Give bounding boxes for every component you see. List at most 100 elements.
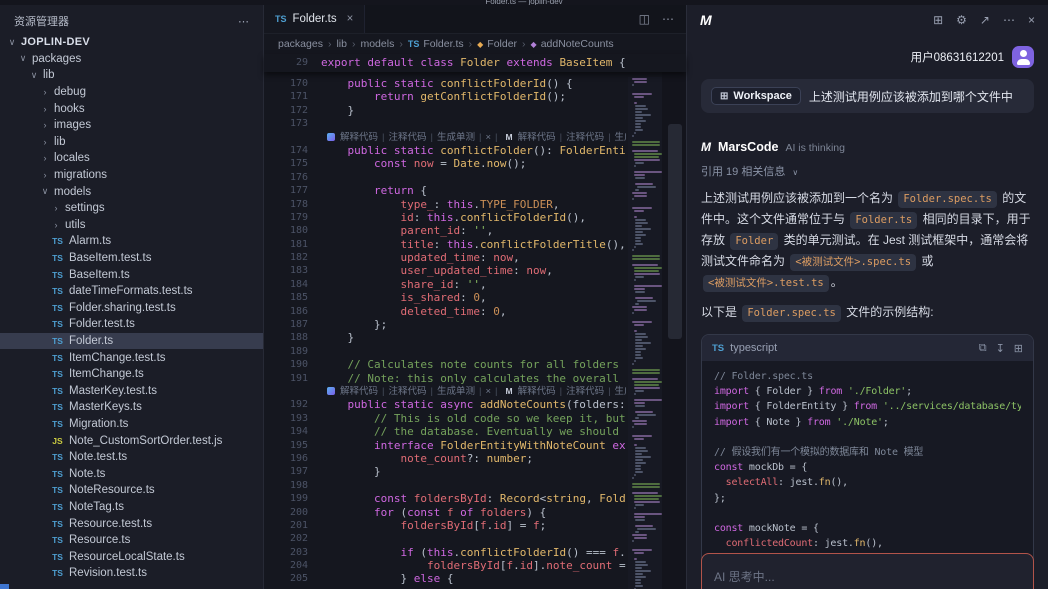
sticky-scroll-line[interactable]: 29 export default class Folder extends B…	[264, 54, 686, 72]
codelens-gen-test[interactable]: 生成单测	[437, 386, 475, 397]
code-line[interactable]: 187 };	[264, 318, 686, 331]
tree-folder-packages[interactable]: ∨packages	[0, 51, 263, 68]
codelens-close-icon[interactable]: ×	[485, 132, 491, 143]
tree-file-Migration.ts[interactable]: TSMigration.ts	[0, 416, 263, 433]
explorer-more-icon[interactable]: ⋯	[238, 15, 249, 28]
code-area[interactable]: 170 public static conflictFolderId() {17…	[264, 72, 686, 589]
code-line[interactable]: 203 if (this.conflictFolderId() === f.id…	[264, 546, 686, 559]
new-file-icon[interactable]: ⊞	[1014, 342, 1023, 355]
split-editor-icon[interactable]: ◫	[639, 12, 650, 26]
share-icon[interactable]: ↗	[980, 13, 990, 27]
chat-input[interactable]	[701, 553, 1034, 589]
code-line[interactable]: 189	[264, 345, 686, 358]
tree-file-Note_CustomSortOrder.test.js[interactable]: JSNote_CustomSortOrder.test.js	[0, 432, 263, 449]
code-line[interactable]: 185 is_shared: 0,	[264, 291, 686, 304]
code-line[interactable]: 176	[264, 171, 686, 184]
code-line[interactable]: 170 public static conflictFolderId() {	[264, 77, 686, 90]
codelens-comment[interactable]: 注释代码	[566, 386, 604, 397]
new-chat-icon[interactable]: ⊞	[933, 13, 943, 27]
codelens-row[interactable]: 解释代码|注释代码|生成单测|×|M解释代码|注释代码|生成单测|×	[264, 131, 686, 144]
code-line[interactable]: 191 // Note: this only calculates the ov…	[264, 372, 686, 385]
tree-folder-locales[interactable]: ›locales	[0, 150, 263, 167]
codelens-gen-test[interactable]: 生成单测	[437, 132, 475, 143]
codelens-row[interactable]: 解释代码|注释代码|生成单测|×|M解释代码|注释代码|生成单测|×	[264, 385, 686, 398]
tree-folder-migrations[interactable]: ›migrations	[0, 167, 263, 184]
breadcrumb-item-packages[interactable]: packages	[278, 38, 323, 50]
editor-more-icon[interactable]: ⋯	[662, 12, 674, 26]
close-icon[interactable]: ×	[1028, 13, 1035, 27]
tree-folder-models[interactable]: ∨models	[0, 183, 263, 200]
code-line[interactable]: 200 for (const f of folders) {	[264, 506, 686, 519]
tree-file-NoteResource.ts[interactable]: TSNoteResource.ts	[0, 482, 263, 499]
code-line[interactable]: 177 return {	[264, 184, 686, 197]
breadcrumb-item-Folder.ts[interactable]: TSFolder.ts	[408, 38, 464, 50]
codelens-comment[interactable]: 注释代码	[566, 132, 604, 143]
code-line[interactable]: 181 title: this.conflictFolderTitle(),	[264, 238, 686, 251]
code-line[interactable]: 178 type_: this.TYPE_FOLDER,	[264, 198, 686, 211]
code-line[interactable]: 174 public static conflictFolder(): Fold…	[264, 144, 686, 157]
minimap[interactable]	[628, 77, 662, 589]
workspace-chip[interactable]: ⊞ Workspace	[711, 87, 801, 105]
code-line[interactable]: 199 const foldersById: Record<string, Fo…	[264, 492, 686, 505]
tree-file-Folder.ts[interactable]: TSFolder.ts	[0, 333, 263, 350]
user-avatar[interactable]	[1012, 46, 1034, 68]
insert-code-icon[interactable]: ↧	[996, 342, 1005, 355]
tree-file-Resource.test.ts[interactable]: TSResource.test.ts	[0, 515, 263, 532]
tree-file-Resource.ts[interactable]: TSResource.ts	[0, 532, 263, 549]
codelens-explain[interactable]: 解释代码	[340, 132, 378, 143]
code-line[interactable]: 195 interface FolderEntityWithNoteCount …	[264, 439, 686, 452]
code-line[interactable]: 194 // the database. Eventually we shoul…	[264, 425, 686, 438]
tree-file-MasterKeys.ts[interactable]: TSMasterKeys.ts	[0, 399, 263, 416]
codelens-gen-test[interactable]: 生成单测	[615, 386, 626, 397]
tree-folder-hooks[interactable]: ›hooks	[0, 100, 263, 117]
code-line[interactable]: 180 parent_id: '',	[264, 224, 686, 237]
tree-file-ResourceLocalState.ts[interactable]: TSResourceLocalState.ts	[0, 548, 263, 565]
codelens-explain[interactable]: 解释代码	[518, 132, 556, 143]
code-line[interactable]: 171 return getConflictFolderId();	[264, 90, 686, 103]
tree-file-ItemChange.test.ts[interactable]: TSItemChange.test.ts	[0, 349, 263, 366]
code-line[interactable]: 192 public static async addNoteCounts(fo…	[264, 398, 686, 411]
code-line[interactable]: 190 // Calculates note counts for all fo…	[264, 358, 686, 371]
code-line[interactable]: 186 deleted_time: 0,	[264, 305, 686, 318]
tree-folder-lib[interactable]: ∨lib	[0, 67, 263, 84]
codelens-gen-test[interactable]: 生成单测	[615, 132, 626, 143]
editor-scrollbar[interactable]	[662, 72, 686, 589]
code-line[interactable]: 184 share_id: '',	[264, 278, 686, 291]
code-line[interactable]: 175 const now = Date.now();	[264, 157, 686, 170]
copy-icon[interactable]: ⧉	[979, 342, 987, 355]
tree-file-Folder.sharing.test.ts[interactable]: TSFolder.sharing.test.ts	[0, 300, 263, 317]
tree-folder-images[interactable]: ›images	[0, 117, 263, 134]
code-line[interactable]: 198	[264, 479, 686, 492]
code-line[interactable]: 205 } else {	[264, 572, 686, 585]
codelens-explain[interactable]: 解释代码	[518, 386, 556, 397]
tree-file-MasterKey.test.ts[interactable]: TSMasterKey.test.ts	[0, 382, 263, 399]
code-line[interactable]: 172 }	[264, 104, 686, 117]
code-line[interactable]: 179 id: this.conflictFolderId(),	[264, 211, 686, 224]
tree-folder-debug[interactable]: ›debug	[0, 84, 263, 101]
code-line[interactable]: 204 foldersById[f.id].note_count = await…	[264, 559, 686, 572]
breadcrumb-item-lib[interactable]: lib	[336, 38, 347, 50]
tree-file-BaseItem.test.ts[interactable]: TSBaseItem.test.ts	[0, 250, 263, 267]
tree-file-Note.ts[interactable]: TSNote.ts	[0, 465, 263, 482]
scrollbar-thumb[interactable]	[668, 124, 682, 339]
tree-file-BaseItem.ts[interactable]: TSBaseItem.ts	[0, 266, 263, 283]
code-line[interactable]: 193 // This is old code so we keep it, b…	[264, 412, 686, 425]
tree-file-Revision.test.ts[interactable]: TSRevision.test.ts	[0, 565, 263, 582]
tree-file-Note.test.ts[interactable]: TSNote.test.ts	[0, 449, 263, 466]
tree-folder-settings[interactable]: ›settings	[0, 200, 263, 217]
codelens-explain[interactable]: 解释代码	[340, 386, 378, 397]
code-line[interactable]: 202	[264, 532, 686, 545]
tree-file-NoteTag.ts[interactable]: TSNoteTag.ts	[0, 499, 263, 516]
code-line[interactable]: 183 user_updated_time: now,	[264, 264, 686, 277]
breadcrumb-item-models[interactable]: models	[360, 38, 394, 50]
tree-folder-utils[interactable]: ›utils	[0, 217, 263, 234]
codelens-comment[interactable]: 注释代码	[388, 132, 426, 143]
references-toggle[interactable]: 引用 19 相关信息 ∨	[701, 163, 1034, 179]
tree-folder-JOPLIN-DEV[interactable]: ∨JOPLIN-DEV	[0, 34, 263, 51]
breadcrumb-item-addNoteCounts[interactable]: ◆addNoteCounts	[531, 38, 614, 50]
breadcrumb-item-Folder[interactable]: ◆Folder	[477, 38, 517, 50]
more-icon[interactable]: ⋯	[1003, 13, 1015, 27]
codelens-close-icon[interactable]: ×	[485, 386, 491, 397]
tree-file-ItemChange.ts[interactable]: TSItemChange.ts	[0, 366, 263, 383]
tree-folder-lib[interactable]: ›lib	[0, 134, 263, 151]
